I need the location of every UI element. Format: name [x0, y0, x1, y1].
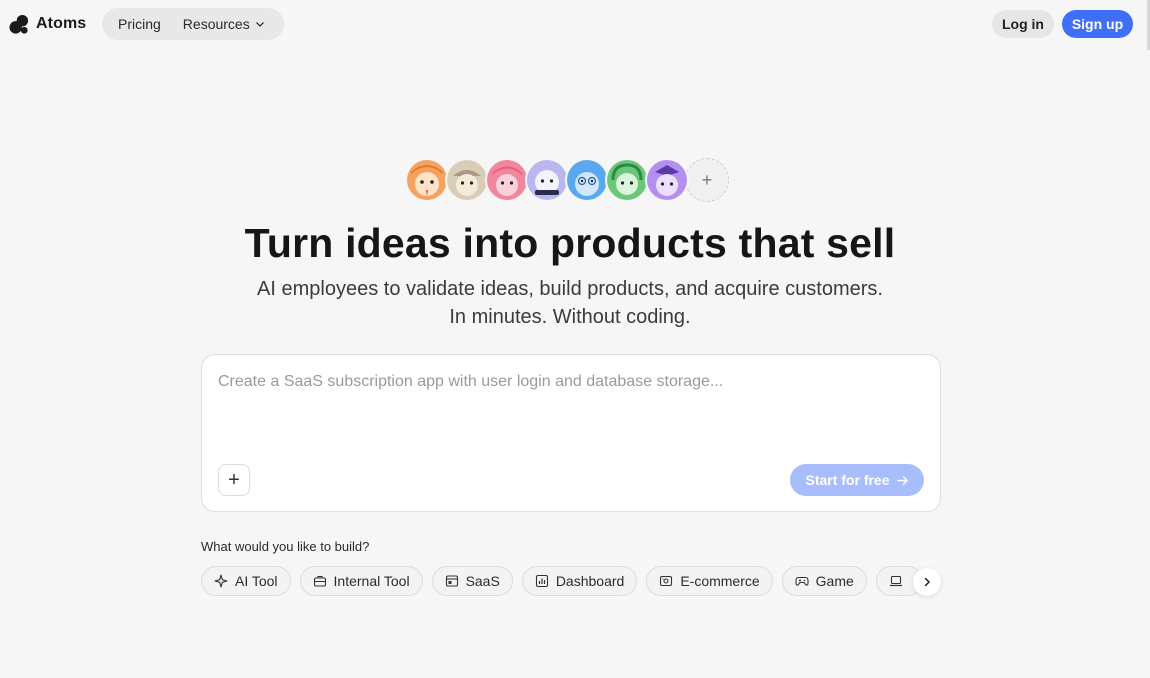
chip-label: E-commerce [680, 573, 760, 589]
storefront-icon [660, 575, 673, 587]
purple-agent-avatar [645, 158, 689, 202]
chip-label: SaaS [465, 573, 500, 589]
login-button[interactable]: Log in [992, 10, 1054, 38]
chip-internal-tool[interactable]: Internal Tool [299, 566, 423, 596]
hero-title: Turn ideas into products that sell [244, 220, 896, 266]
chip-saas[interactable]: SaaS [431, 566, 513, 596]
chevron-down-icon [255, 22, 264, 27]
hero-subtitle-line2: In minutes. Without coding. [449, 306, 691, 328]
orange-agent-avatar [405, 158, 449, 202]
browser-window-icon [445, 575, 458, 587]
prompt-box: + Start for free [201, 354, 941, 512]
pink-agent-avatar [485, 158, 529, 202]
chip-ai-tool[interactable]: AI Tool [201, 566, 291, 596]
hero-subtitle-line1: AI employees to validate ideas, build pr… [257, 278, 883, 300]
top-nav: Pricing Resources [102, 8, 284, 40]
start-for-free-label: Start for free [805, 472, 890, 488]
signup-button[interactable]: Sign up [1062, 10, 1133, 38]
chip-label: Internal Tool [333, 573, 410, 589]
chip-dashboard[interactable]: Dashboard [521, 566, 638, 596]
start-for-free-button[interactable]: Start for free [790, 464, 924, 496]
build-question: What would you like to build? [201, 539, 370, 554]
build-category-chips: AI Tool Internal Tool SaaS Dashboard E-c… [201, 566, 941, 598]
chip-label: Game [815, 573, 854, 589]
lavender-agent-avatar [525, 158, 569, 202]
laptop-icon [889, 575, 902, 587]
hero-subtitle: AI employees to validate ideas, build pr… [0, 275, 1140, 331]
nav-pricing[interactable]: Pricing [118, 16, 161, 32]
chip-e-commerce[interactable]: E-commerce [646, 566, 773, 596]
arrow-right-icon [896, 475, 908, 485]
nav-pricing-label: Pricing [118, 16, 161, 32]
bar-chart-icon [535, 574, 548, 588]
beige-agent-avatar [445, 158, 489, 202]
toolbox-icon [313, 575, 326, 587]
add-agent-icon[interactable]: + [685, 158, 729, 202]
chip-label: Dashboard [555, 573, 625, 589]
nav-resources-label: Resources [182, 16, 250, 32]
blue-agent-avatar [565, 158, 609, 202]
sparkle-icon [214, 574, 228, 588]
prompt-input[interactable] [218, 373, 918, 443]
green-agent-avatar [605, 158, 649, 202]
chevron-right-icon [924, 577, 930, 587]
attach-button[interactable]: + [218, 464, 250, 496]
logo-text: Atoms [36, 15, 87, 32]
chips-scroll-right-button[interactable] [913, 568, 941, 596]
agent-avatars: + [405, 158, 729, 202]
chip-label: AI Tool [235, 573, 278, 589]
chip-game[interactable]: Game [781, 566, 867, 596]
atoms-logo-icon [9, 14, 29, 34]
nav-resources[interactable]: Resources [183, 16, 265, 32]
gamepad-icon [795, 576, 809, 586]
atoms-logo[interactable]: Atoms [9, 13, 86, 35]
